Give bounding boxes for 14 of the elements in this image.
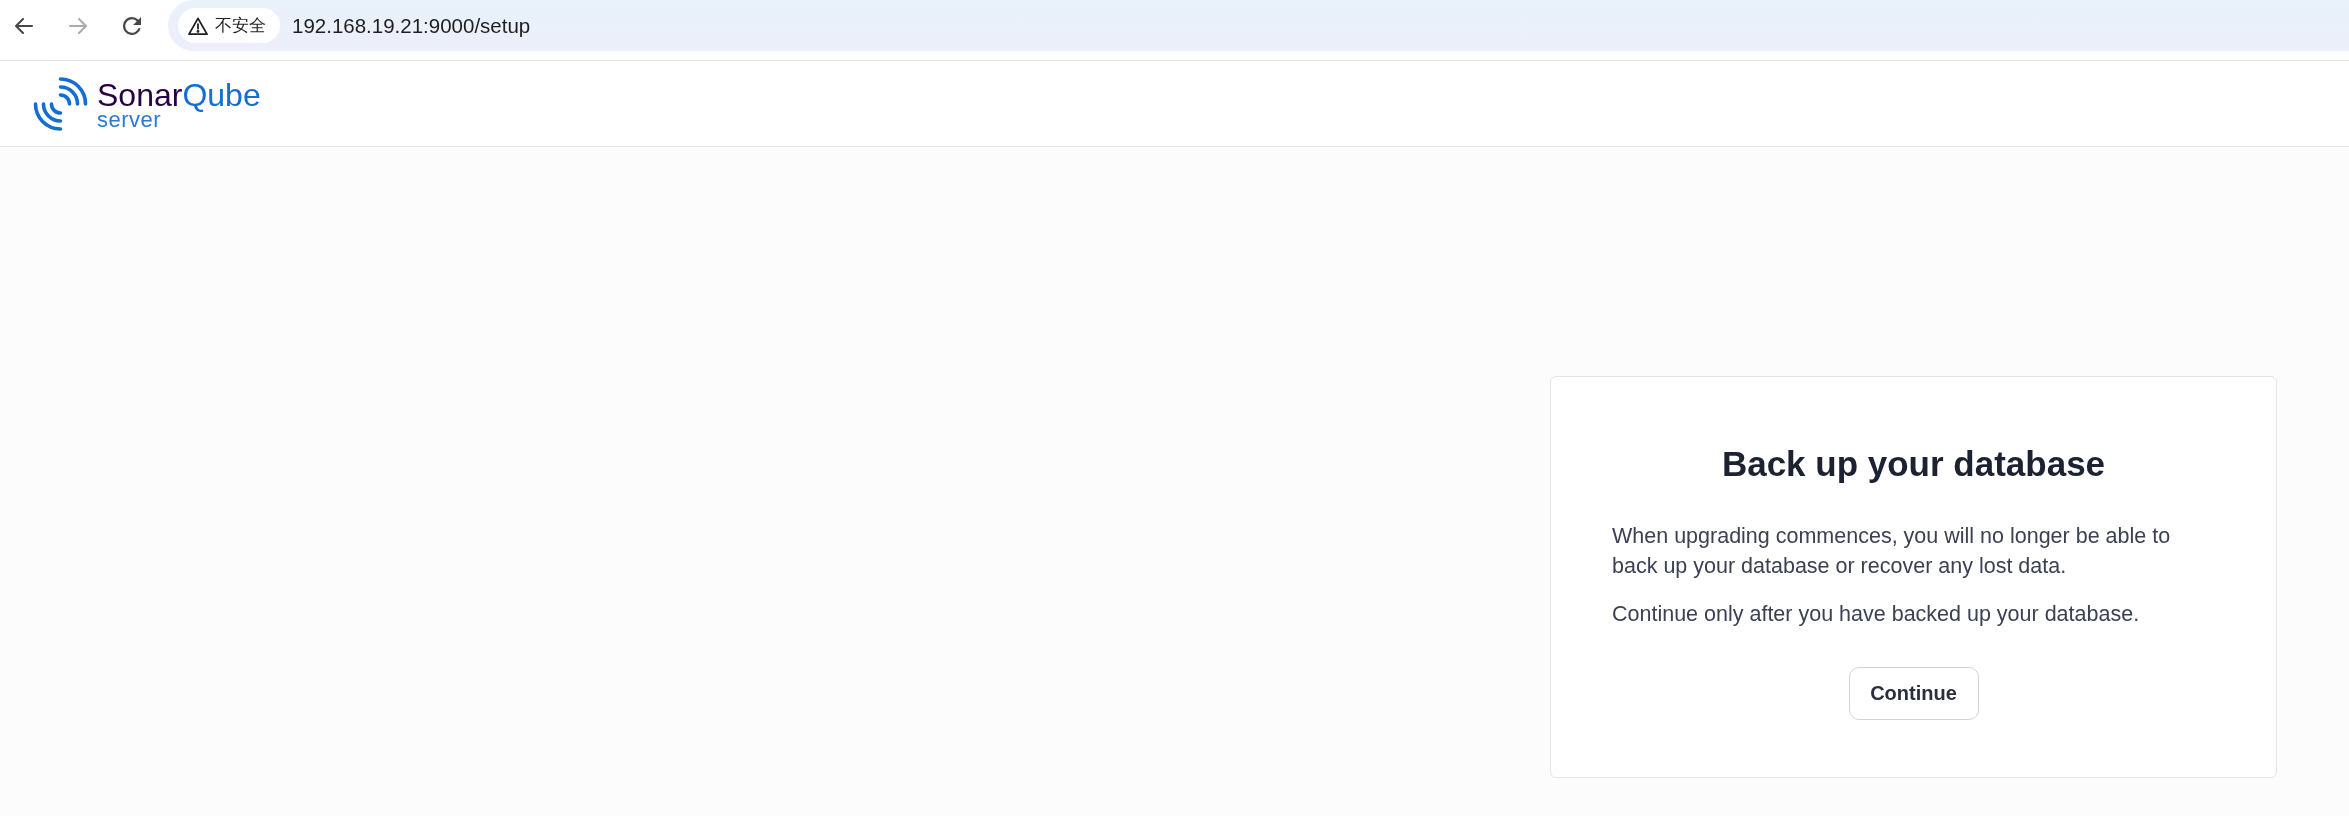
continue-button[interactable]: Continue (1848, 667, 1979, 720)
left-arrow-icon (15, 17, 33, 34)
address-bar[interactable]: 不安全 192.168.19.21:9000/setup (168, 0, 2349, 51)
card-paragraph: When upgrading commences, you will no longer be able to back up your database or recover any lost data. (1612, 523, 2172, 580)
url-text[interactable]: 192.168.19.21:9000/setup (292, 13, 531, 38)
card-paragraph: Continue only after you have backed up your database. (1612, 601, 2141, 628)
card-title: Back up your database (1720, 443, 2107, 485)
warning-icon (188, 16, 208, 35)
logo-wordmark: SonarQube (97, 78, 261, 111)
reload-icon (123, 16, 141, 35)
logo-waves-icon (33, 76, 88, 131)
right-arrow-icon (69, 17, 87, 34)
logo-subtitle: server (97, 110, 163, 129)
security-chip[interactable]: 不安全 (178, 8, 280, 43)
